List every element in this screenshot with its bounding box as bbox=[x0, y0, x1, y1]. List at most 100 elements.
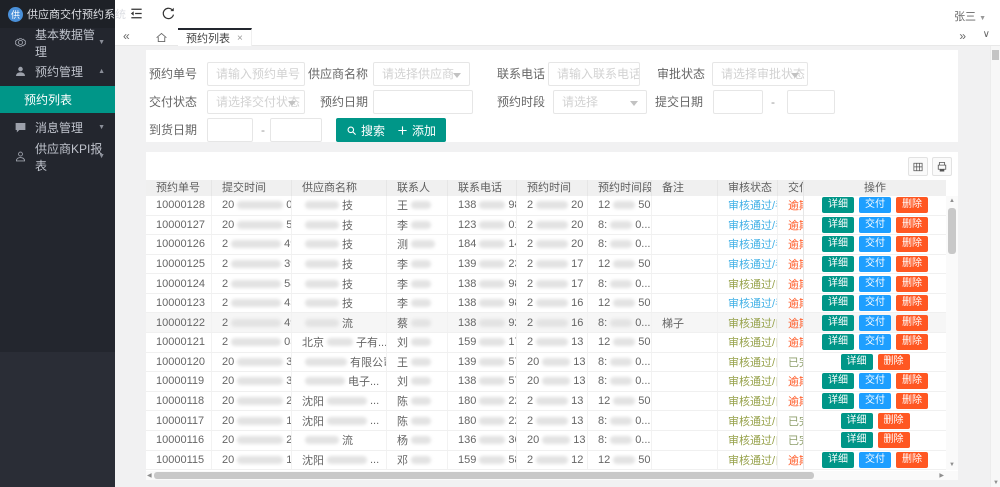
del-button[interactable]: 删除 bbox=[896, 393, 928, 409]
refresh-icon[interactable] bbox=[161, 6, 177, 22]
cell-reserve-time: 220 bbox=[517, 196, 588, 215]
del-button[interactable]: 删除 bbox=[896, 256, 928, 272]
home-icon[interactable] bbox=[155, 31, 168, 44]
chevron-down-icon[interactable]: ∨ bbox=[983, 29, 990, 40]
deliver-button[interactable]: 交付 bbox=[859, 276, 891, 292]
deliver-button[interactable]: 交付 bbox=[859, 315, 891, 331]
cell-time-slot: 8:0... bbox=[588, 372, 652, 391]
detail-button[interactable]: 详细 bbox=[822, 236, 854, 252]
sidebar: 供 供应商交付预约系统 基本数据管理▼预约管理▲预约列表消息管理▼供应商KPI报… bbox=[0, 0, 115, 487]
del-button[interactable]: 删除 bbox=[878, 354, 910, 370]
form-label-2: 联系电话 bbox=[476, 62, 545, 86]
del-button[interactable]: 删除 bbox=[896, 276, 928, 292]
detail-button[interactable]: 详细 bbox=[822, 295, 854, 311]
del-button[interactable]: 删除 bbox=[896, 452, 928, 468]
redacted-text bbox=[237, 201, 283, 209]
cell-order-no: 10000121 bbox=[146, 333, 212, 352]
sidebar-item-0[interactable]: 基本数据管理▼ bbox=[0, 28, 115, 57]
detail-button[interactable]: 详细 bbox=[841, 354, 873, 370]
detail-button[interactable]: 详细 bbox=[822, 334, 854, 350]
detail-button[interactable]: 详细 bbox=[841, 413, 873, 429]
del-button[interactable]: 删除 bbox=[896, 315, 928, 331]
sidebar-item-3[interactable]: 消息管理▼ bbox=[0, 113, 115, 142]
redacted-text bbox=[479, 240, 505, 248]
input-field-7[interactable] bbox=[713, 90, 763, 114]
del-button[interactable]: 删除 bbox=[896, 217, 928, 233]
redacted-text bbox=[327, 397, 367, 405]
input-field-8[interactable] bbox=[270, 118, 322, 142]
sidebar-item-4[interactable]: 供应商KPI报表▼ bbox=[0, 142, 115, 171]
redacted-text bbox=[479, 260, 505, 268]
page-scroll-thumb[interactable] bbox=[992, 50, 999, 60]
detail-button[interactable]: 详细 bbox=[822, 373, 854, 389]
redacted-text bbox=[411, 299, 431, 307]
tab-reservation-list[interactable]: 预约列表 × bbox=[178, 28, 252, 46]
deliver-button[interactable]: 交付 bbox=[859, 393, 891, 409]
select-field-3[interactable]: 请选择审批状态 bbox=[712, 62, 808, 86]
deliver-button[interactable]: 交付 bbox=[859, 334, 891, 350]
del-button[interactable]: 删除 bbox=[896, 236, 928, 252]
horizontal-scroll-thumb[interactable] bbox=[154, 472, 814, 479]
cell-review-status: 审核通过/自动 bbox=[718, 411, 778, 430]
del-button[interactable]: 删除 bbox=[878, 413, 910, 429]
deliver-button[interactable]: 交付 bbox=[859, 256, 891, 272]
redacted-text bbox=[536, 456, 568, 464]
input-field-2[interactable]: 请输入联系电话 bbox=[548, 62, 640, 86]
table-vertical-scrollbar[interactable]: ▲ ▼ bbox=[946, 196, 958, 470]
detail-button[interactable]: 详细 bbox=[841, 432, 873, 448]
del-button[interactable]: 删除 bbox=[896, 197, 928, 213]
cell-supplier: 技 bbox=[292, 235, 387, 254]
deliver-button[interactable]: 交付 bbox=[859, 236, 891, 252]
collapse-sidebar-icon[interactable] bbox=[129, 6, 145, 22]
page-scrollbar[interactable]: ▼ bbox=[990, 46, 1000, 487]
app-logo: 供 供应商交付预约系统 bbox=[0, 0, 115, 28]
cell-order-no: 10000120 bbox=[146, 353, 212, 372]
del-button[interactable]: 删除 bbox=[896, 373, 928, 389]
detail-button[interactable]: 详细 bbox=[822, 197, 854, 213]
redacted-text bbox=[536, 299, 568, 307]
sidebar-item-label: 供应商KPI报表 bbox=[35, 140, 105, 174]
form-label-0: 预约单号 bbox=[146, 62, 197, 86]
cell-submit-time: 203 bbox=[212, 333, 292, 352]
deliver-button[interactable]: 交付 bbox=[859, 452, 891, 468]
table-scroll-thumb[interactable] bbox=[948, 208, 956, 254]
user-menu[interactable]: 张三▼ bbox=[954, 8, 986, 24]
detail-button[interactable]: 详细 bbox=[822, 217, 854, 233]
scroll-right-icon[interactable]: ▶ bbox=[939, 472, 944, 479]
sidebar-item-1[interactable]: 预约管理▲ bbox=[0, 57, 115, 86]
cell-order-no: 10000117 bbox=[146, 411, 212, 430]
chevrons-right-icon[interactable]: » bbox=[959, 29, 966, 43]
deliver-button[interactable]: 交付 bbox=[859, 295, 891, 311]
sidebar-item-2[interactable]: 预约列表 bbox=[0, 86, 115, 113]
deliver-button[interactable]: 交付 bbox=[859, 217, 891, 233]
deliver-button[interactable]: 交付 bbox=[859, 373, 891, 389]
scroll-down-icon[interactable]: ▼ bbox=[949, 462, 955, 468]
del-button[interactable]: 删除 bbox=[896, 295, 928, 311]
del-button[interactable]: 删除 bbox=[878, 432, 910, 448]
table-columns-icon[interactable] bbox=[908, 157, 928, 176]
del-button[interactable]: 删除 bbox=[896, 334, 928, 350]
op-cell-10000116: 详细删除 bbox=[804, 431, 946, 451]
scroll-up-icon[interactable]: ▲ bbox=[949, 198, 955, 204]
detail-button[interactable]: 详细 bbox=[822, 315, 854, 331]
detail-button[interactable]: 详细 bbox=[822, 256, 854, 272]
detail-button[interactable]: 详细 bbox=[822, 393, 854, 409]
close-icon[interactable]: × bbox=[237, 33, 243, 44]
printer-icon[interactable] bbox=[932, 157, 952, 176]
detail-button[interactable]: 详细 bbox=[822, 452, 854, 468]
select-field-6[interactable]: 请选择 bbox=[553, 90, 647, 114]
select-field-1[interactable]: 请选择供应商 bbox=[373, 62, 470, 86]
input-field-8[interactable] bbox=[207, 118, 253, 142]
col-header-1: 提交时间 bbox=[212, 180, 292, 196]
input-field-7[interactable] bbox=[787, 90, 835, 114]
cell-note bbox=[652, 294, 718, 313]
chevrons-left-icon[interactable]: « bbox=[123, 29, 130, 43]
redacted-text bbox=[237, 436, 283, 444]
page-scroll-down-icon[interactable]: ▼ bbox=[993, 480, 999, 486]
add-button[interactable]: 添加 bbox=[387, 118, 446, 142]
detail-button[interactable]: 详细 bbox=[822, 276, 854, 292]
horizontal-scrollbar[interactable]: ◀ ▶ bbox=[146, 471, 958, 480]
input-field-5[interactable] bbox=[373, 90, 473, 114]
scroll-left-icon[interactable]: ◀ bbox=[147, 472, 152, 479]
deliver-button[interactable]: 交付 bbox=[859, 197, 891, 213]
